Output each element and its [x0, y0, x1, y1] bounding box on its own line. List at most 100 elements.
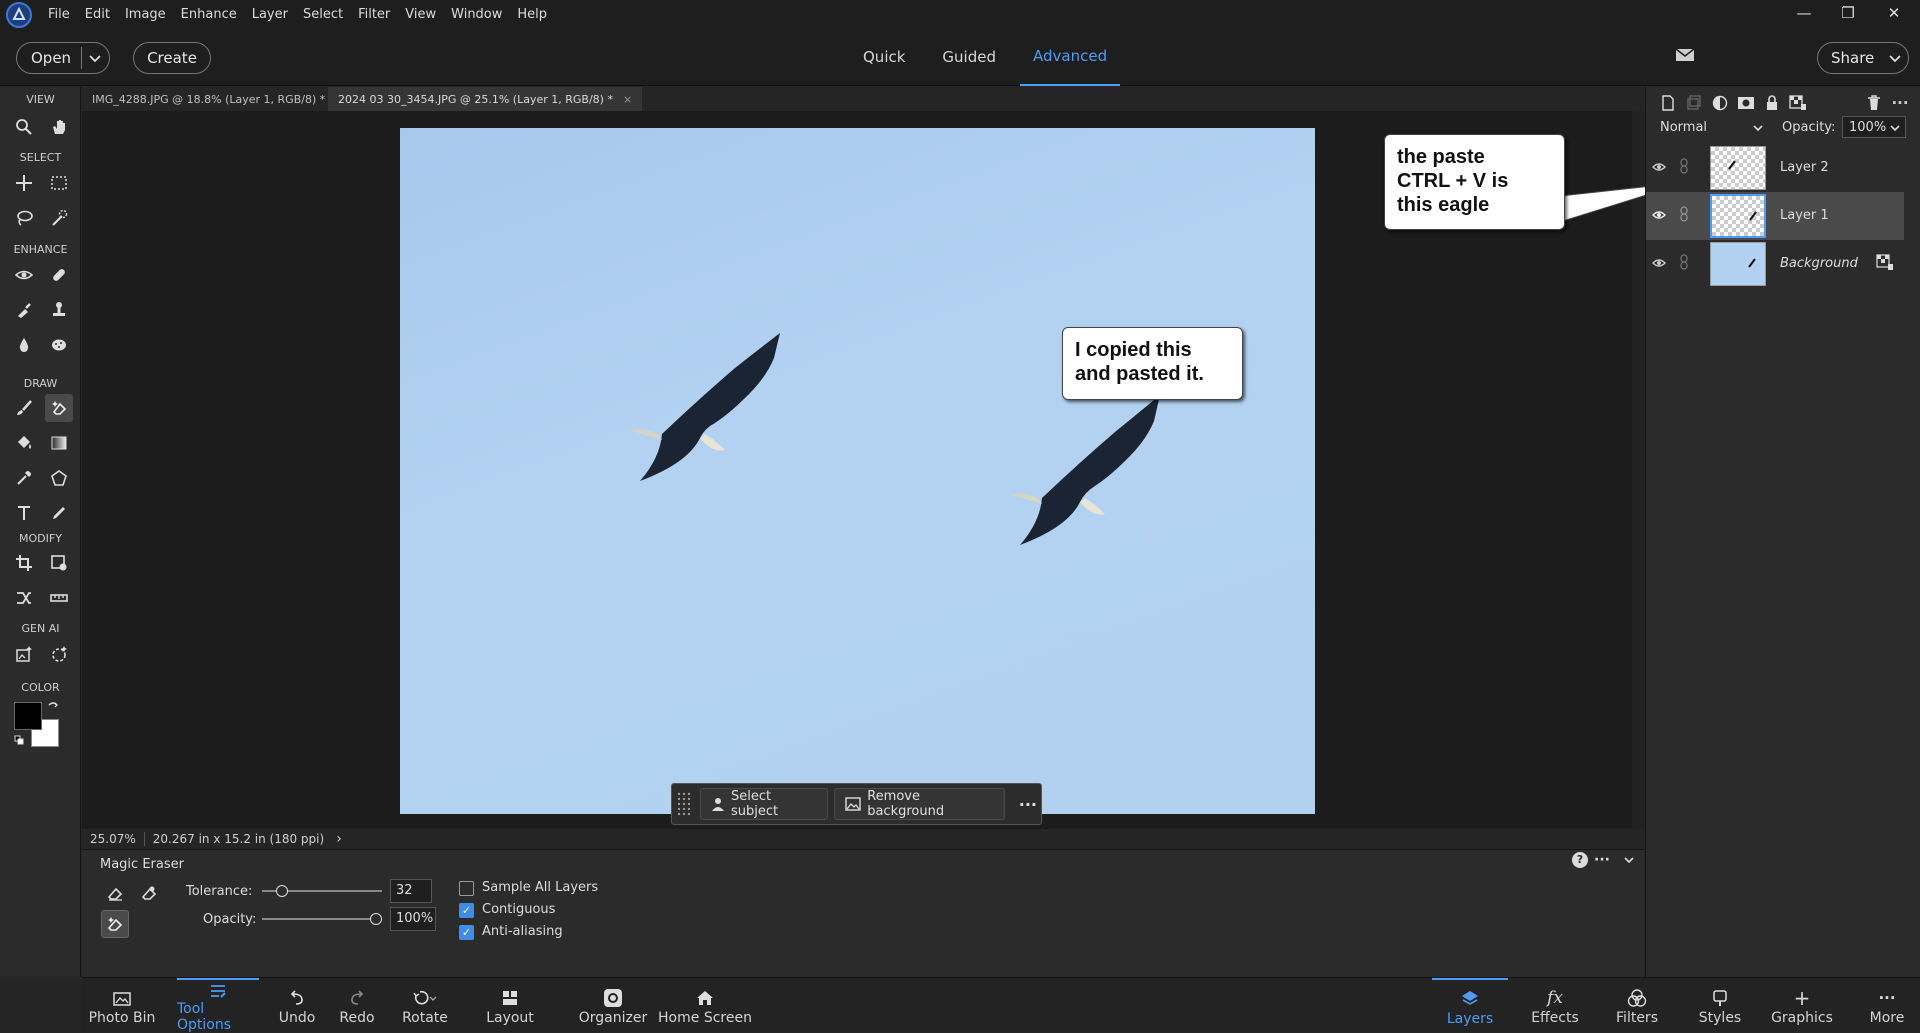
link-icon[interactable] [1679, 254, 1689, 270]
lock-transparency-icon[interactable] [1876, 254, 1894, 272]
default-colors-icon[interactable] [14, 735, 24, 745]
text-tool-icon[interactable] [10, 499, 38, 527]
lock-icon[interactable] [1761, 92, 1783, 114]
custom-shape-tool-icon[interactable] [45, 464, 73, 492]
styles-button[interactable]: Styles [1687, 978, 1753, 1033]
more-button[interactable]: ··· More [1857, 978, 1917, 1033]
layer-row-layer-1[interactable]: Layer 1 [1646, 192, 1904, 240]
clone-stamp-tool-icon[interactable] [45, 296, 73, 324]
create-button[interactable]: Create [133, 42, 211, 74]
background-eraser-icon[interactable] [135, 880, 163, 906]
blend-mode-select[interactable]: Normal [1656, 117, 1768, 139]
lock-transparency-icon[interactable] [1787, 92, 1809, 114]
chevron-down-icon[interactable] [1623, 854, 1635, 866]
crop-tool-icon[interactable] [10, 549, 38, 577]
magic-eraser-option-icon[interactable] [101, 910, 129, 938]
menu-select[interactable]: Select [303, 7, 343, 22]
contiguous-checkbox[interactable]: ✓ [459, 903, 474, 918]
eye-icon[interactable] [1652, 258, 1666, 268]
effects-button[interactable]: fx Effects [1520, 978, 1590, 1033]
recompose-tool-icon[interactable] [45, 549, 73, 577]
menu-view[interactable]: View [405, 7, 436, 22]
layer-row-layer-2[interactable]: Layer 2 [1646, 144, 1904, 192]
anti-aliasing-checkbox[interactable]: ✓ [459, 925, 474, 940]
eye-icon[interactable] [1652, 210, 1666, 220]
doc-tab-img4288[interactable]: IMG_4288.JPG @ 18.8% (Layer 1, RGB/8) * … [82, 87, 354, 111]
content-aware-move-tool-icon[interactable] [10, 584, 38, 612]
eye-icon[interactable] [1652, 162, 1666, 172]
layer-row-background[interactable]: Background [1646, 240, 1904, 288]
brush-tool-icon[interactable] [10, 394, 38, 422]
spot-healing-tool-icon[interactable] [45, 261, 73, 289]
magic-eraser-tool-icon[interactable] [45, 394, 73, 422]
blur-tool-icon[interactable] [10, 331, 38, 359]
eraser-icon[interactable] [101, 880, 129, 906]
sponge-tool-icon[interactable] [45, 331, 73, 359]
layer-name[interactable]: Layer 1 [1780, 208, 1829, 223]
redo-button[interactable]: Redo [332, 978, 382, 1033]
gradient-tool-icon[interactable] [45, 429, 73, 457]
chevron-down-icon[interactable] [87, 49, 103, 67]
menu-window[interactable]: Window [451, 7, 502, 22]
undo-button[interactable]: Undo [272, 978, 322, 1033]
tab-guided[interactable]: Guided [929, 28, 1009, 86]
sample-all-layers-checkbox[interactable] [459, 881, 474, 896]
move-tool-icon[interactable] [10, 169, 38, 197]
graphics-button[interactable]: + Graphics [1762, 978, 1842, 1033]
rotate-button[interactable]: Rotate [400, 978, 450, 1033]
zoom-level[interactable]: 25.07% [82, 832, 145, 846]
photo-bin-button[interactable]: Photo Bin [82, 978, 162, 1033]
layer-name[interactable]: Layer 2 [1780, 160, 1829, 175]
eyedropper-tool-icon[interactable] [10, 464, 38, 492]
drag-handle-icon[interactable] [676, 790, 694, 818]
tool-options-button[interactable]: Tool Options [177, 978, 259, 1033]
tolerance-slider-knob[interactable] [275, 885, 288, 897]
new-layer-icon[interactable] [1657, 92, 1679, 114]
close-window-button[interactable]: ✕ [1882, 2, 1906, 24]
hand-tool-icon[interactable] [45, 113, 73, 141]
tolerance-field[interactable]: 32 [390, 879, 432, 903]
restore-button[interactable]: ❐ [1836, 2, 1860, 24]
minimize-button[interactable]: — [1792, 2, 1816, 24]
straighten-tool-icon[interactable] [45, 584, 73, 612]
menu-layer[interactable]: Layer [252, 7, 288, 22]
foreground-color-swatch[interactable] [14, 702, 42, 730]
tab-quick[interactable]: Quick [850, 28, 918, 86]
quick-selection-tool-icon[interactable] [45, 204, 73, 232]
panel-menu-icon[interactable]: ··· [1889, 92, 1911, 114]
opacity-slider[interactable] [262, 918, 382, 920]
layers-button[interactable]: Layers [1432, 978, 1508, 1033]
pencil-tool-icon[interactable] [45, 499, 73, 527]
red-eye-tool-icon[interactable] [10, 261, 38, 289]
home-screen-button[interactable]: Home Screen [655, 978, 755, 1033]
remove-background-button[interactable]: Remove background [834, 788, 1005, 820]
link-icon[interactable] [1679, 158, 1689, 174]
smart-brush-tool-icon[interactable] [10, 296, 38, 324]
opacity-field[interactable]: 100% [390, 907, 436, 931]
adjustment-layer-icon[interactable] [1709, 92, 1731, 114]
marquee-tool-icon[interactable] [45, 169, 73, 197]
menu-file[interactable]: File [48, 7, 70, 22]
link-icon[interactable] [1679, 206, 1689, 222]
layer-mask-icon[interactable] [1735, 92, 1757, 114]
status-menu-arrow[interactable]: › [332, 831, 346, 847]
menu-filter[interactable]: Filter [358, 7, 390, 22]
trash-icon[interactable] [1863, 92, 1885, 114]
zoom-tool-icon[interactable] [10, 113, 38, 141]
layer-opacity-field[interactable]: 100% [1842, 116, 1906, 138]
organizer-button[interactable]: Organizer [578, 978, 648, 1033]
share-button[interactable]: Share [1817, 42, 1909, 74]
menu-help[interactable]: Help [517, 7, 547, 22]
select-subject-button[interactable]: Select subject [700, 788, 829, 820]
opacity-slider-knob[interactable] [370, 913, 382, 925]
swap-colors-icon[interactable] [47, 701, 59, 713]
doc-tab-active[interactable]: 2024 03 30_3454.JPG @ 25.1% (Layer 1, RG… [328, 87, 643, 111]
more-options-icon[interactable]: ··· [1019, 795, 1037, 814]
new-group-icon[interactable] [1683, 92, 1705, 114]
tab-advanced[interactable]: Advanced [1020, 28, 1121, 86]
photo-canvas[interactable] [400, 128, 1315, 814]
more-icon[interactable]: ··· [1594, 852, 1610, 868]
generative-fill-tool-icon[interactable] [10, 640, 38, 668]
mail-icon[interactable] [1675, 47, 1695, 63]
lasso-tool-icon[interactable] [10, 204, 38, 232]
